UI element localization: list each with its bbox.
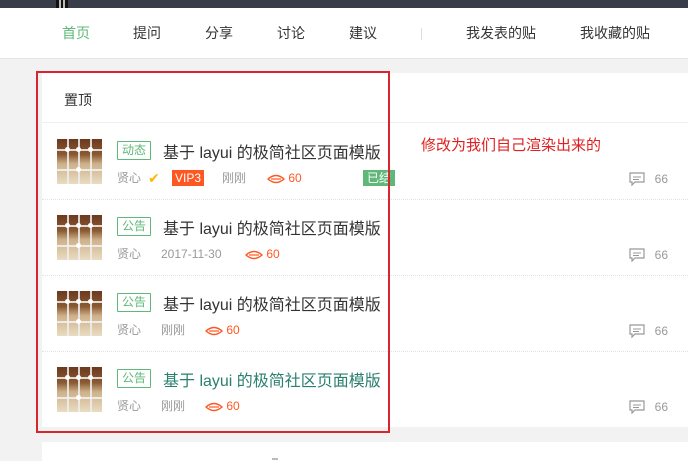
comments: 66 (629, 169, 668, 187)
comment-icon (629, 324, 645, 339)
views: 60 (204, 397, 240, 415)
solved-badge: 已结 (363, 170, 396, 186)
view-count: 60 (288, 171, 302, 185)
verified-icon: ✔ (148, 170, 160, 186)
view-count: 60 (266, 247, 280, 261)
post-tag: 公告 (117, 369, 152, 388)
comment-count: 66 (654, 400, 668, 414)
post-time: 刚刚 (161, 399, 186, 413)
nav-home[interactable]: 首页 (62, 8, 90, 58)
post-time: 刚刚 (222, 171, 247, 185)
post-title[interactable]: 基于 layui 的极简社区页面模版 (163, 367, 381, 391)
nav-suggest[interactable]: 建议 (349, 8, 377, 58)
nav-share[interactable]: 分享 (205, 8, 233, 58)
comment-count: 66 (654, 172, 668, 186)
nav-discuss[interactable]: 讨论 (277, 8, 305, 58)
next-panel (42, 442, 688, 461)
top-header-bar (0, 0, 688, 8)
avatar[interactable] (57, 139, 102, 184)
comments: 66 (629, 245, 668, 263)
author-link[interactable]: 贤心 (117, 169, 141, 187)
post-row: 公告 基于 layui 的极简社区页面模版 贤心 2017-11-30 60 6… (42, 199, 688, 276)
post-row: 公告 基于 layui 的极简社区页面模版 贤心 刚刚 60 66 (42, 351, 688, 427)
panel-title: 置顶 (64, 92, 92, 108)
post-tag: 公告 (117, 217, 152, 236)
avatar[interactable] (57, 215, 102, 260)
post-title[interactable]: 基于 layui 的极简社区页面模版 (163, 215, 381, 239)
comment-icon (629, 172, 645, 187)
post-tag: 动态 (117, 141, 152, 160)
channel-nav: 首页 提问 分享 讨论 建议 我发表的贴 我收藏的贴 (0, 8, 688, 59)
comment-icon (629, 248, 645, 263)
post-tag: 公告 (117, 293, 152, 312)
nav-my-favorites[interactable]: 我收藏的贴 (580, 8, 650, 58)
post-title[interactable]: 基于 layui 的极简社区页面模版 (163, 291, 381, 315)
post-time: 刚刚 (161, 323, 186, 337)
comment-count: 66 (654, 324, 668, 338)
views: 60 (266, 169, 302, 187)
eye-icon (266, 174, 286, 184)
author-link[interactable]: 贤心 (117, 321, 141, 339)
view-count: 60 (226, 399, 240, 413)
panel-header: 置顶 (42, 73, 688, 123)
comments: 66 (629, 397, 668, 415)
annotation-note: 修改为我们自己渲染出来的 (421, 137, 602, 154)
nav-ask[interactable]: 提问 (133, 8, 161, 58)
logo-fragment (56, 0, 68, 8)
views: 60 (244, 245, 280, 263)
pinned-panel: 置顶 动态 基于 layui 的极简社区页面模版 贤心 ✔ VIP3 刚刚 60… (42, 73, 688, 427)
avatar[interactable] (57, 367, 102, 412)
post-title[interactable]: 基于 layui 的极简社区页面模版 (163, 139, 381, 163)
nav-divider (421, 28, 422, 40)
post-row: 公告 基于 layui 的极简社区页面模版 贤心 刚刚 60 66 (42, 275, 688, 352)
view-count: 60 (226, 323, 240, 337)
author-link[interactable]: 贤心 (117, 397, 141, 415)
comment-icon (629, 400, 645, 415)
divider-fragment (272, 458, 278, 460)
author-link[interactable]: 贤心 (117, 245, 141, 263)
vip-badge: VIP3 (172, 170, 205, 186)
post-time: 2017-11-30 (161, 247, 222, 261)
views: 60 (204, 321, 240, 339)
nav-my-posts[interactable]: 我发表的贴 (466, 8, 536, 58)
eye-icon (204, 402, 224, 412)
eye-icon (244, 250, 264, 260)
eye-icon (204, 326, 224, 336)
avatar[interactable] (57, 291, 102, 336)
comment-count: 66 (654, 248, 668, 262)
comments: 66 (629, 321, 668, 339)
